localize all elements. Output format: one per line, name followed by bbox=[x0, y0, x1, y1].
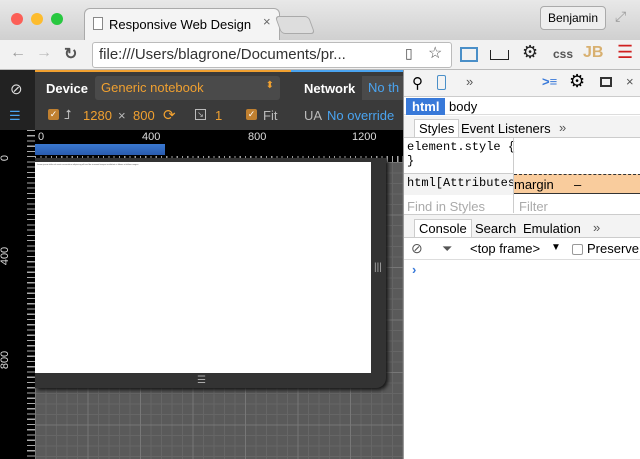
device-mode-icon[interactable]: ▯ bbox=[405, 45, 413, 62]
page-icon bbox=[93, 17, 103, 30]
more-tabs-button[interactable]: » bbox=[559, 120, 566, 135]
preserve-log-checkbox[interactable] bbox=[572, 244, 583, 255]
ua-label: UA bbox=[304, 108, 323, 123]
filter-icon[interactable]: ⏷ bbox=[442, 241, 452, 257]
breadcrumb-body[interactable]: body bbox=[449, 99, 477, 114]
more-drawer-tabs-button[interactable]: » bbox=[593, 220, 600, 235]
dpr-input[interactable]: 1 bbox=[215, 108, 222, 123]
fit-label: Fit bbox=[263, 108, 278, 123]
swap-dimensions-icon[interactable]: ⟳ bbox=[163, 106, 176, 124]
forward-button[interactable]: → bbox=[36, 44, 52, 62]
close-tab-icon[interactable]: × bbox=[263, 14, 271, 29]
dock-icon[interactable] bbox=[600, 77, 612, 87]
tab-console[interactable]: Console bbox=[414, 219, 472, 237]
console-prompt[interactable]: › bbox=[412, 262, 416, 277]
device-select[interactable]: Generic notebook ⬍ bbox=[95, 76, 280, 100]
preserve-log-label: Preserve bbox=[587, 241, 640, 256]
fullscreen-icon[interactable]: ⤢ bbox=[615, 8, 626, 25]
bookmark-star-icon[interactable]: ☆ bbox=[428, 43, 442, 63]
device-label: Device bbox=[46, 81, 88, 96]
element-style-rule[interactable]: element.style { bbox=[407, 140, 515, 154]
minimize-window-button[interactable] bbox=[31, 13, 43, 25]
address-bar[interactable]: file:///Users/blagrone/Documents/pr... bbox=[92, 42, 452, 68]
width-input[interactable]: 1280 bbox=[83, 108, 112, 123]
frame-select[interactable]: <top frame> bbox=[470, 241, 540, 256]
filter-input[interactable]: Filter bbox=[519, 199, 548, 214]
resolution-checkbox[interactable]: ✓ bbox=[48, 109, 59, 120]
close-window-button[interactable] bbox=[11, 13, 23, 25]
maximize-window-button[interactable] bbox=[51, 13, 63, 25]
clear-icon[interactable]: ⊘ bbox=[10, 80, 23, 98]
tab-title: Responsive Web Design bbox=[109, 17, 252, 32]
ua-input[interactable]: No override bbox=[327, 108, 394, 123]
settings-gear-icon[interactable]: ⚙ bbox=[569, 71, 585, 92]
new-tab-button[interactable] bbox=[274, 16, 316, 34]
tab-event-listeners[interactable]: Event Listeners bbox=[461, 121, 551, 136]
devtools-panel: ⚲ » >≡ ⚙ × html body Styles Event Listen… bbox=[403, 70, 640, 459]
ruler-extension-icon[interactable] bbox=[490, 50, 509, 60]
profile-button[interactable]: Benjamin bbox=[540, 6, 606, 30]
back-button[interactable]: ← bbox=[10, 44, 26, 62]
reload-button[interactable]: ↻ bbox=[64, 44, 77, 64]
fit-checkbox[interactable]: ✓ bbox=[246, 109, 257, 120]
page-content: Lorem ipsum dolor sit amet consectetur a… bbox=[37, 164, 139, 166]
resize-icon: ⮥ bbox=[64, 107, 72, 122]
vertical-ruler bbox=[0, 130, 35, 459]
resize-width-handle[interactable]: ||| bbox=[374, 262, 382, 273]
css-extension-icon[interactable]: css bbox=[553, 47, 573, 61]
emulated-page: Lorem ipsum dolor sit amet consectetur a… bbox=[35, 162, 371, 373]
device-mode-icon[interactable] bbox=[437, 75, 446, 90]
jb-extension-icon[interactable]: JB bbox=[583, 44, 603, 62]
media-query-bar[interactable] bbox=[35, 144, 165, 155]
menu-icon[interactable]: ☰ bbox=[617, 42, 633, 63]
device-pixel-ratio-icon: ↘ bbox=[195, 109, 206, 120]
network-label: Network bbox=[304, 81, 356, 96]
browser-tab[interactable]: Responsive Web Design × bbox=[84, 8, 280, 40]
attributes-style-rule[interactable]: html[Attributes Style] { bbox=[404, 176, 513, 190]
tab-emulation[interactable]: Emulation bbox=[523, 221, 581, 236]
more-panels-button[interactable]: » bbox=[466, 74, 473, 89]
console-drawer-icon[interactable]: >≡ bbox=[542, 74, 557, 89]
breadcrumb-html[interactable]: html bbox=[406, 98, 446, 115]
close-devtools-icon[interactable]: × bbox=[626, 74, 634, 89]
media-queries-icon[interactable]: ☰ bbox=[9, 108, 21, 124]
inspect-search-icon[interactable]: ⚲ bbox=[412, 74, 423, 92]
chevron-down-icon[interactable]: ▼ bbox=[551, 242, 561, 253]
resize-height-handle[interactable]: ☰ bbox=[197, 375, 206, 386]
clear-console-icon[interactable]: ⊘ bbox=[411, 240, 423, 257]
box-model-margin[interactable]: margin – bbox=[514, 174, 640, 194]
height-input[interactable]: 800 bbox=[133, 108, 155, 123]
tab-search[interactable]: Search bbox=[475, 221, 516, 236]
settings-gear-icon[interactable]: ⚙ bbox=[522, 42, 538, 63]
screen-capture-icon[interactable] bbox=[460, 47, 478, 62]
network-select[interactable]: No th bbox=[362, 76, 403, 100]
tab-styles[interactable]: Styles bbox=[414, 119, 460, 137]
find-in-styles-input[interactable]: Find in Styles bbox=[407, 199, 485, 214]
